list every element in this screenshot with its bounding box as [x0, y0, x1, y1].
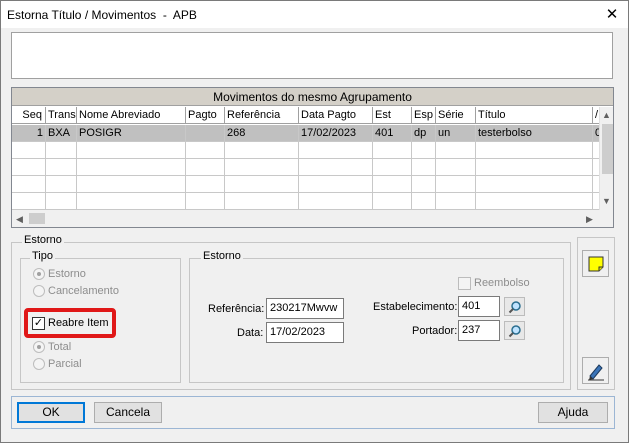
ok-button[interactable]: OK — [17, 402, 85, 423]
column-header[interactable]: Data Pagto — [299, 107, 373, 124]
reabre-item-checkbox[interactable]: ✓ — [32, 317, 45, 330]
movements-grid[interactable]: Movimentos do mesmo Agrupamento Seq Tran… — [11, 87, 614, 228]
cell-data-pagto: 17/02/2023 — [299, 125, 373, 141]
cell-serie: un — [436, 125, 476, 141]
estorno-group-legend: Estorno — [22, 234, 64, 246]
horizontal-scrollbar[interactable]: ◀ ▶ — [12, 210, 599, 227]
table-row[interactable]: 1 BXA POSIGR 268 17/02/2023 401 dp un te… — [12, 125, 601, 142]
portador-lookup-button[interactable] — [504, 321, 525, 340]
scroll-up-arrow-icon[interactable]: ▲ — [602, 109, 611, 121]
cell-referencia: 268 — [225, 125, 299, 141]
magnifier-icon — [508, 300, 521, 313]
radio-estorno[interactable] — [33, 268, 45, 280]
data-field[interactable]: 17/02/2023 — [266, 322, 344, 343]
table-row-empty[interactable] — [12, 159, 599, 176]
cell-nome-abreviado: POSIGR — [77, 125, 186, 141]
radio-cancelamento-label: Cancelamento — [48, 285, 119, 297]
cell-esp: dp — [412, 125, 436, 141]
estabelecimento-lookup-button[interactable] — [504, 297, 525, 316]
close-button[interactable]: ✕ — [599, 4, 625, 26]
scroll-right-arrow-icon[interactable]: ▶ — [586, 213, 593, 225]
estabelecimento-label: Estabelecimento: — [373, 301, 458, 313]
horizontal-scroll-thumb[interactable] — [29, 213, 45, 224]
reabre-item-label: Reabre Item — [48, 317, 109, 329]
reembolso-label: Reembolso — [474, 277, 530, 289]
vertical-scroll-thumb[interactable] — [602, 124, 613, 174]
scroll-down-arrow-icon[interactable]: ▼ — [602, 195, 611, 207]
column-header[interactable]: Série — [436, 107, 476, 124]
table-row-empty[interactable] — [12, 176, 599, 193]
radio-parcial[interactable] — [33, 358, 45, 370]
table-row-empty[interactable] — [12, 193, 599, 210]
column-header[interactable]: Título — [476, 107, 593, 124]
cancel-button[interactable]: Cancela — [94, 402, 162, 423]
radio-estorno-label: Estorno — [48, 268, 86, 280]
cell-titulo: testerbolso — [476, 125, 593, 141]
magnifier-icon — [508, 324, 521, 337]
cell-pagto — [186, 125, 225, 141]
radio-total-label: Total — [48, 341, 72, 353]
estabelecimento-field[interactable]: 401 — [458, 296, 500, 317]
column-header[interactable]: Nome Abreviado — [77, 107, 186, 124]
reembolso-checkbox[interactable] — [458, 277, 471, 290]
grid-header: Seq Trans Nome Abreviado Pagto Referênci… — [12, 107, 599, 124]
note-icon — [588, 256, 603, 271]
scroll-left-arrow-icon[interactable]: ◀ — [16, 213, 23, 225]
radio-parcial-label: Parcial — [48, 358, 82, 370]
scrollbar-corner — [599, 210, 613, 227]
table-row-empty[interactable] — [12, 142, 599, 159]
column-header[interactable]: Est — [373, 107, 412, 124]
help-button[interactable]: Ajuda — [538, 402, 608, 423]
window-title: Estorna Título / Movimentos - APB — [7, 8, 197, 22]
referencia-field[interactable]: 230217Mwvw — [266, 298, 344, 319]
column-header[interactable]: Trans — [46, 107, 77, 124]
column-header[interactable]: Referência — [225, 107, 299, 124]
column-header[interactable]: Seq — [12, 107, 46, 124]
cell-trans: BXA — [46, 125, 77, 141]
title-bar: Estorna Título / Movimentos - APB ✕ — [1, 1, 628, 28]
referencia-label: Referência: — [208, 303, 265, 315]
column-header[interactable]: Pagto — [186, 107, 225, 124]
column-header[interactable]: Esp — [412, 107, 436, 124]
note-button[interactable] — [582, 250, 609, 277]
pen-icon — [587, 363, 604, 380]
data-label: Data: — [237, 327, 264, 339]
estorno-details-legend: Estorno — [201, 250, 243, 262]
radio-total[interactable] — [33, 341, 45, 353]
cell-seq: 1 — [12, 125, 46, 141]
radio-cancelamento[interactable] — [33, 285, 45, 297]
message-box — [11, 32, 613, 79]
portador-field[interactable]: 237 — [458, 320, 500, 341]
cell-est: 401 — [373, 125, 412, 141]
tipo-group-legend: Tipo — [30, 250, 55, 262]
vertical-scrollbar[interactable]: ▲ ▼ — [599, 107, 613, 210]
portador-label: Portador: — [412, 325, 458, 337]
edit-button[interactable] — [582, 357, 609, 384]
grid-caption: Movimentos do mesmo Agrupamento — [12, 88, 613, 106]
grid-body: 1 BXA POSIGR 268 17/02/2023 401 dp un te… — [12, 125, 601, 210]
